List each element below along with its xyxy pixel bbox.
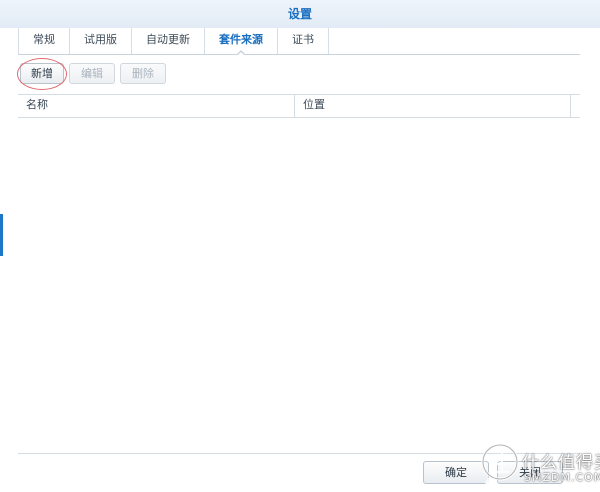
column-header-location[interactable]: 位置 <box>295 95 571 117</box>
tab-trial[interactable]: 试用版 <box>70 28 132 54</box>
edit-button[interactable]: 编辑 <box>69 63 115 84</box>
footer-divider <box>18 453 580 454</box>
column-header-name[interactable]: 名称 <box>18 95 295 117</box>
dialog-title: 设置 <box>0 0 600 28</box>
ok-button[interactable]: 确定 <box>423 461 489 484</box>
column-header-filler <box>571 95 580 117</box>
package-source-table: 名称 位置 <box>18 94 580 454</box>
tab-package-sources[interactable]: 套件来源 <box>205 28 278 56</box>
settings-dialog: 设置 常规 试用版 自动更新 套件来源 证书 新增 编辑 删除 名称 位置 确定… <box>0 0 600 492</box>
add-button[interactable]: 新增 <box>20 63 64 84</box>
left-accent-bar <box>0 214 3 256</box>
delete-button[interactable]: 删除 <box>120 63 166 84</box>
tab-bar: 常规 试用版 自动更新 套件来源 证书 <box>18 28 580 56</box>
footer-buttons: 确定 关闭 <box>423 461 563 484</box>
tab-certificate[interactable]: 证书 <box>278 28 329 54</box>
tab-auto-update[interactable]: 自动更新 <box>132 28 205 54</box>
close-button[interactable]: 关闭 <box>497 461 563 484</box>
toolbar: 新增 编辑 删除 <box>20 63 166 85</box>
tab-general[interactable]: 常规 <box>18 28 70 54</box>
table-header: 名称 位置 <box>18 94 580 118</box>
